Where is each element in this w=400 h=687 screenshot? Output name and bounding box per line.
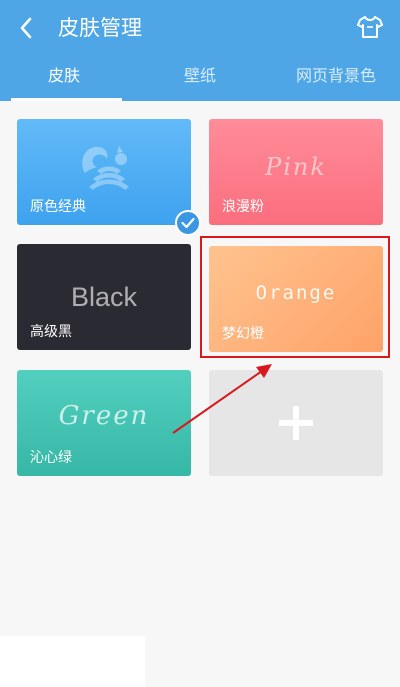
tab-skins[interactable]: 皮肤 [0, 57, 128, 98]
skin-art-text: Orange [255, 282, 337, 304]
app-header: 皮肤管理 皮肤 壁纸 网页背景色 [0, 0, 400, 101]
uc-squirrel-icon [82, 146, 129, 190]
bottom-panel [0, 636, 145, 687]
tab-wallpaper[interactable]: 壁纸 [136, 57, 264, 98]
skin-label: 梦幻橙 [222, 326, 264, 342]
page-title: 皮肤管理 [58, 16, 142, 40]
tshirt-icon [357, 16, 383, 38]
skin-label: 原色经典 [30, 199, 86, 215]
add-skin-card[interactable] [209, 370, 383, 476]
skin-label: 浪漫粉 [222, 199, 264, 215]
skin-card-pink[interactable]: Pink 浪漫粉 [209, 119, 383, 225]
chevron-left-icon [20, 17, 32, 39]
skin-art-text: Black [70, 282, 138, 312]
skin-art-text: Green [58, 401, 150, 431]
tab-web-background[interactable]: 网页背景色 [272, 57, 400, 98]
skin-card-black[interactable]: Black 高级黑 [17, 244, 191, 350]
skin-card-orange[interactable]: Orange 梦幻橙 [209, 246, 383, 352]
skin-art-text: Pink [265, 153, 327, 181]
tab-bar: 皮肤 壁纸 网页背景色 [0, 57, 400, 101]
skin-label: 沁心绿 [30, 450, 72, 466]
skin-label: 高级黑 [30, 324, 72, 340]
skin-shop-button[interactable] [352, 10, 388, 44]
skin-card-classic[interactable]: 原色经典 [17, 119, 191, 225]
selected-check-icon [175, 210, 201, 236]
back-button[interactable] [8, 12, 44, 44]
active-tab-indicator [11, 98, 122, 101]
skin-card-green[interactable]: Green 沁心绿 [17, 370, 191, 476]
plus-icon [279, 406, 313, 440]
